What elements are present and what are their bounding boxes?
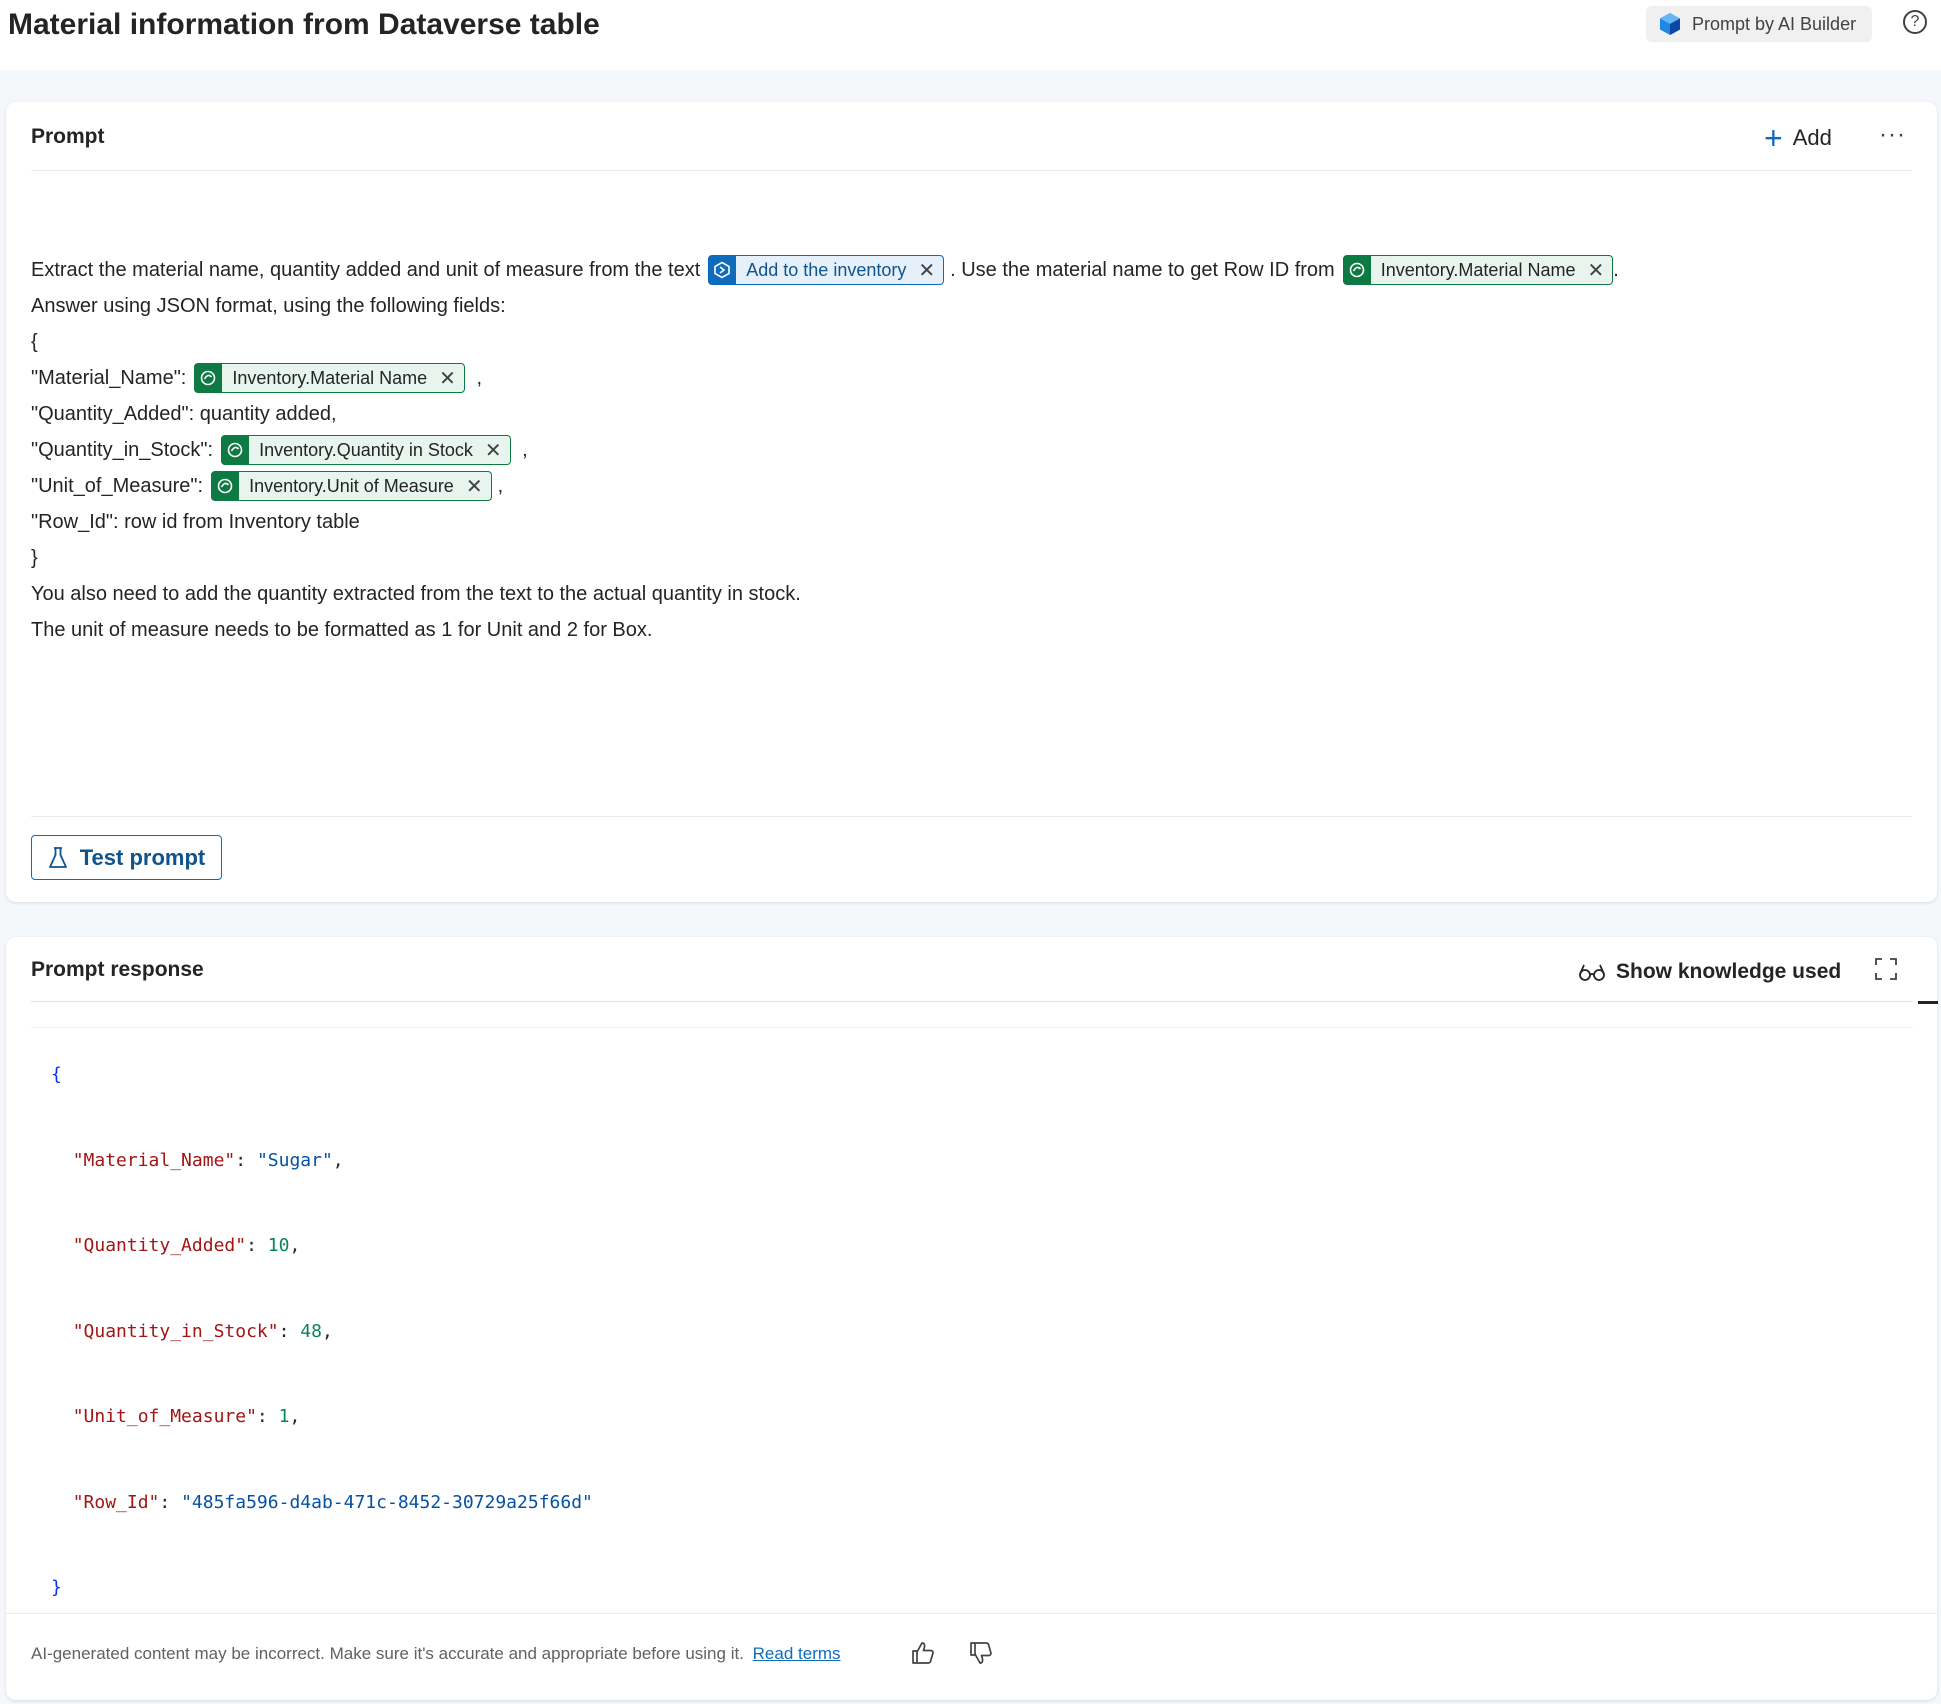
close-icon[interactable]: ✕ [485,438,510,463]
chip-label: Inventory.Material Name [1380,259,1576,280]
beaker-icon [48,846,67,868]
prompt-text: "Unit_of_Measure": [31,474,204,497]
prompt-line-3: { [31,330,38,353]
response-footer: AI-generated content may be incorrect. M… [6,1613,1937,1701]
dataverse-icon [221,436,250,464]
prompt-line-7: "Unit_of_Measure": Inventory.Unit of Mea… [31,468,1911,504]
page-title: Material information from Dataverse tabl… [8,8,600,41]
prompt-text: , [516,438,528,461]
json-row: "Unit_of_Measure": 1, [72,1406,301,1427]
help-icon[interactable]: ? [1903,10,1927,34]
prompt-text: . Use the material name to get Row ID fr… [950,258,1335,281]
prompt-text: , [497,474,504,497]
dataverse-chip-material-name[interactable]: Inventory.Material Name ✕ [194,363,465,393]
prompt-text: "Quantity_in_Stock": [31,438,214,461]
prompt-editor[interactable]: Extract the material name, quantity adde… [31,252,1911,648]
add-button[interactable]: + Add [1764,120,1832,156]
prompt-line-10: You also need to add the quantity extrac… [31,582,801,605]
dataverse-chip-material-name[interactable]: Inventory.Material Name ✕ [1342,255,1614,285]
response-json-viewer[interactable]: { "Material_Name": "Sugar", "Quantity_Ad… [31,1001,1938,1598]
chip-label: Inventory.Quantity in Stock [259,439,473,460]
chip-label: Add to the inventory [746,259,907,280]
prompt-title: Prompt [31,125,105,148]
json-open-brace: { [51,1064,62,1085]
disclaimer-text: AI-generated content may be incorrect. M… [31,1644,744,1663]
json-close-brace: } [51,1577,62,1598]
close-icon[interactable]: ✕ [466,474,491,499]
close-icon[interactable]: ✕ [918,258,943,283]
prompt-line-2: Answer using JSON format, using the foll… [31,294,506,317]
prompt-text: , [470,366,483,389]
top-bar: Material information from Dataverse tabl… [0,0,1941,70]
close-icon[interactable]: ✕ [1587,258,1612,283]
prompt-line-11: The unit of measure needs to be formatte… [31,618,653,641]
prompt-card: Prompt + Add ··· Extract the material na… [6,102,1937,902]
dataverse-icon [211,472,240,500]
chip-label: Inventory.Unit of Measure [249,475,454,496]
json-code: { "Material_Name": "Sugar", "Quantity_Ad… [51,1004,593,1660]
prompt-footer-divider [31,816,1912,817]
response-title: Prompt response [31,958,204,981]
prompt-line-5: "Quantity_Added": quantity added, [31,402,337,425]
dataverse-chip-quantity-in-stock[interactable]: Inventory.Quantity in Stock ✕ [221,435,511,465]
thumbs-up-icon[interactable] [910,1640,936,1666]
prompt-line-4: "Material_Name": Inventory.Material Name… [31,360,1911,396]
ai-builder-badge[interactable]: Prompt by AI Builder [1646,6,1872,42]
test-prompt-label: Test prompt [79,844,206,870]
prompt-header-divider [31,170,1912,171]
add-label: Add [1792,125,1832,150]
prompt-text: . [1613,258,1619,281]
scrollbar-thumb[interactable] [1918,1001,1938,1004]
glasses-icon [1579,964,1605,981]
input-chip-add-to-inventory[interactable]: Add to the inventory ✕ [708,255,945,285]
json-row: "Quantity_in_Stock": 48, [72,1320,333,1342]
json-row: "Material_Name": "Sugar", [72,1149,344,1171]
response-card: Prompt response Show knowledge used { "M… [6,937,1938,1701]
prompt-text: Extract the material name, quantity adde… [31,258,701,281]
input-variable-icon [708,256,737,284]
expand-icon[interactable] [1874,957,1898,981]
more-icon[interactable]: ··· [1879,120,1906,150]
thumbs-down-icon[interactable] [968,1640,994,1666]
close-icon[interactable]: ✕ [439,366,464,391]
read-terms-link[interactable]: Read terms [753,1644,841,1663]
chip-label: Inventory.Material Name [232,367,428,388]
plus-icon: + [1764,120,1783,156]
json-row: "Row_Id": "485fa596-d4ab-471c-8452-30729… [72,1491,593,1513]
prompt-line-1: Extract the material name, quantity adde… [31,252,1911,288]
prompt-line-6: "Quantity_in_Stock": Inventory.Quantity … [31,432,1911,468]
badge-label: Prompt by AI Builder [1692,13,1857,34]
ai-disclaimer: AI-generated content may be incorrect. M… [31,1644,841,1664]
show-knowledge-button[interactable]: Show knowledge used [1578,955,1841,989]
ai-builder-icon [1660,13,1680,35]
dataverse-icon [1342,256,1371,284]
show-knowledge-label: Show knowledge used [1616,960,1842,983]
prompt-line-8: "Row_Id": row id from Inventory table [31,510,360,533]
test-prompt-button[interactable]: Test prompt [31,835,222,880]
prompt-text: "Material_Name": [31,366,187,389]
dataverse-chip-unit-of-measure[interactable]: Inventory.Unit of Measure ✕ [211,471,492,501]
prompt-line-9: } [31,546,38,569]
json-row: "Quantity_Added": 10, [72,1235,301,1256]
dataverse-icon [194,364,223,392]
